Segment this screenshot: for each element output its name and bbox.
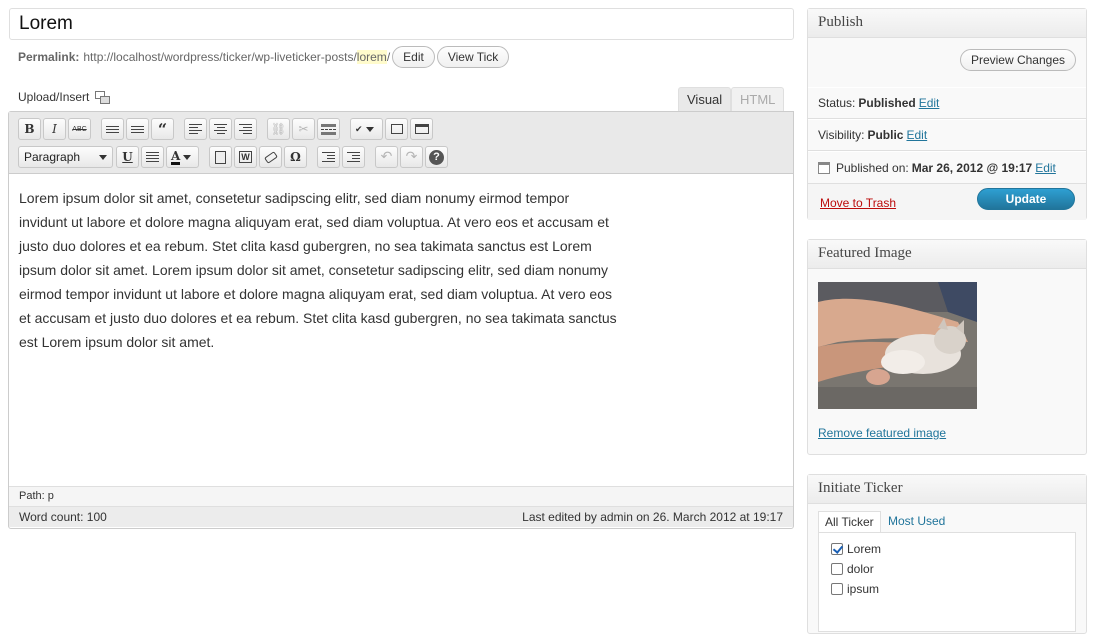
permalink-slug[interactable]: lorem [356,50,387,64]
path-bar: Path: p [9,486,793,506]
publish-box-title: Publish [808,9,1086,38]
tab-html[interactable]: HTML [731,87,785,112]
italic-icon[interactable]: I [43,118,66,140]
checkbox[interactable] [831,563,843,575]
post-status-row: Status: Published Edit [808,87,1086,119]
ticker-item-label: dolor [847,562,874,576]
undo-icon[interactable]: ↶ [375,146,398,168]
redo-icon[interactable]: ↷ [400,146,423,168]
publish-actions: Move to Trash Update [808,183,1086,220]
format-select-value: Paragraph [24,150,81,164]
tab-all-ticker[interactable]: All Ticker [818,511,881,533]
text-color-icon[interactable]: A [166,146,199,168]
toolbar-row-2: Paragraph U A W Ω ↶ ↷ ? [18,144,793,170]
chevron-down-icon [99,154,107,160]
update-button[interactable]: Update [977,188,1075,210]
published-label: Published on: [836,160,909,175]
permalink-trail: / [386,50,391,64]
blockquote-icon[interactable]: “ [151,118,174,140]
edit-status-link[interactable]: Edit [919,96,940,110]
justify-icon[interactable] [141,146,164,168]
link-icon[interactable]: ⛓ [267,118,290,140]
bullet-list-icon[interactable] [101,118,124,140]
more-tag-icon[interactable] [317,118,340,140]
paste-word-icon[interactable]: W [234,146,257,168]
toolbar-row-1: B I ABC “ ⛓ ✂ ✔ [18,116,793,142]
publish-box: Publish Preview Changes Status: Publishe… [807,8,1087,220]
path-value[interactable]: p [48,490,54,502]
initiate-ticker-box: Initiate Ticker All Ticker Most Used Lor… [807,474,1087,634]
preview-changes-button[interactable]: Preview Changes [959,49,1076,71]
ticker-item-ipsum[interactable]: ipsum [831,579,1063,599]
path-label: Path: [19,490,45,502]
align-left-icon[interactable] [184,118,207,140]
format-select[interactable]: Paragraph [18,146,113,168]
tab-most-used[interactable]: Most Used [882,511,951,533]
visibility-label: Visibility: [818,128,865,142]
permalink-row: Permalink: http://localhost/wordpress/ti… [18,46,510,68]
strikethrough-icon[interactable]: ABC [68,118,91,140]
visibility-row: Visibility: Public Edit [808,119,1086,151]
upload-insert-label: Upload/Insert [18,90,90,104]
editor-content[interactable]: Lorem ipsum dolor sit amet, consetetur s… [9,174,793,486]
permalink-base: http://localhost/wordpress/ticker/wp-liv… [83,50,357,64]
visibility-value: Public [867,128,904,142]
post-editor: B I ABC “ ⛓ ✂ ✔ Paragraph U A W Ω ↶ ↷ ? … [8,111,794,529]
view-tick-button[interactable]: View Tick [436,46,510,68]
indent-icon[interactable] [342,146,365,168]
unlink-icon[interactable]: ✂ [292,118,315,140]
ticker-item-dolor[interactable]: dolor [831,559,1063,579]
status-value: Published [858,96,916,110]
align-right-icon[interactable] [234,118,257,140]
initiate-ticker-title: Initiate Ticker [808,475,1086,504]
add-media-icon[interactable] [95,90,111,104]
numbered-list-icon[interactable] [126,118,149,140]
underline-icon[interactable]: U [116,146,139,168]
edit-permalink-button[interactable]: Edit [392,46,435,68]
featured-image-title: Featured Image [808,240,1086,269]
featured-image-thumbnail[interactable] [818,282,977,409]
align-center-icon[interactable] [209,118,232,140]
featured-image-box: Featured Image Remove featured image [807,239,1087,455]
tab-visual[interactable]: Visual [678,87,732,112]
published-date-row: Published on: Mar 26, 2012 @ 19:17 Edit [808,151,1086,183]
outdent-icon[interactable] [317,146,340,168]
ticker-item-lorem[interactable]: Lorem [831,539,1063,559]
permalink-label: Permalink: [18,50,80,64]
last-edited: Last edited by admin on 26. March 2012 a… [522,510,783,524]
editor-status-bar: Word count: 100 Last edited by admin on … [9,506,793,527]
upload-insert[interactable]: Upload/Insert [18,90,111,104]
checkbox[interactable] [831,583,843,595]
help-icon[interactable]: ? [425,146,448,168]
spellcheck-icon[interactable]: ✔ [350,118,383,140]
content-paragraph[interactable]: Lorem ipsum dolor sit amet, consetetur s… [19,186,619,354]
fullscreen-icon[interactable] [385,118,408,140]
bold-icon[interactable]: B [18,118,41,140]
status-label: Status: [818,96,856,110]
edit-visibility-link[interactable]: Edit [906,128,927,142]
paste-text-icon[interactable] [209,146,232,168]
special-char-icon[interactable]: Ω [284,146,307,168]
calendar-icon [818,161,830,174]
edit-date-link[interactable]: Edit [1035,161,1056,175]
post-title-input[interactable] [9,8,794,40]
kitchen-sink-icon[interactable] [410,118,433,140]
word-count: Word count: 100 [19,510,107,524]
ticker-item-label: ipsum [847,582,880,596]
checkbox-checked[interactable] [831,543,843,555]
editor-toolbar: B I ABC “ ⛓ ✂ ✔ Paragraph U A W Ω ↶ ↷ ? [9,112,793,174]
ticker-item-label: Lorem [847,542,882,556]
clear-formatting-icon[interactable] [259,146,282,168]
move-to-trash-link[interactable]: Move to Trash [820,196,896,210]
published-value: Mar 26, 2012 @ 19:17 [911,160,1033,175]
remove-featured-image-link[interactable]: Remove featured image [818,426,946,440]
ticker-checklist: Lorem dolor ipsum [818,532,1076,632]
